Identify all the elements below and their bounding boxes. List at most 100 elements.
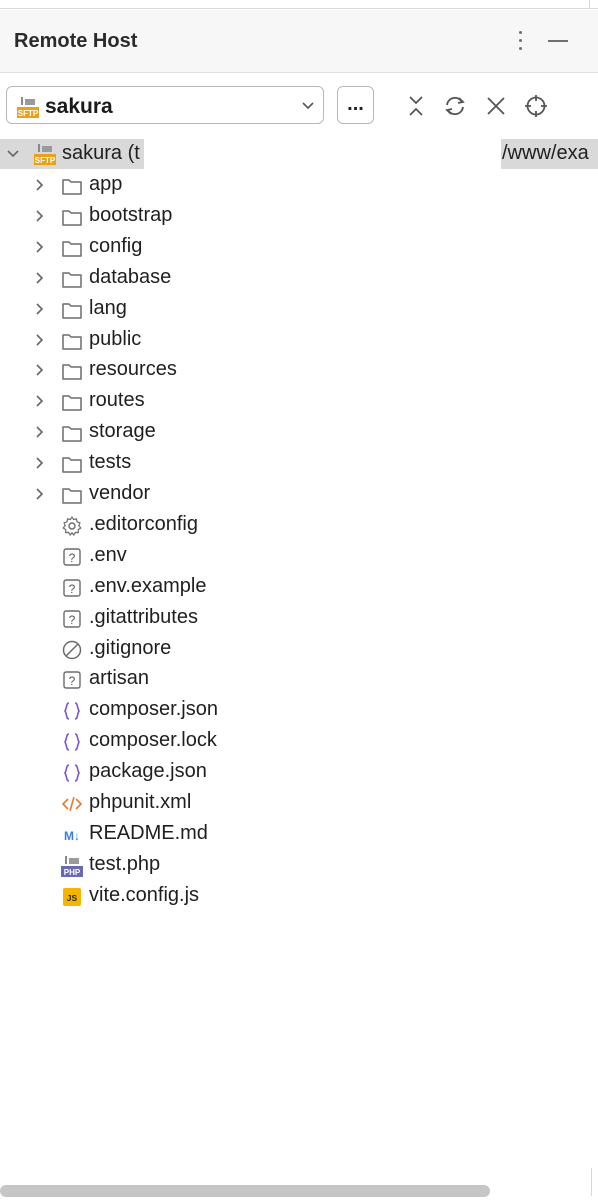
tree-file-row[interactable]: phpunit.xml xyxy=(0,788,598,819)
tree-folder-row[interactable]: resources xyxy=(0,355,598,386)
chevron-right-icon[interactable] xyxy=(33,178,47,192)
panel-header: Remote Host xyxy=(0,10,598,73)
chevron-down-icon xyxy=(302,102,314,110)
chevron-right-icon[interactable] xyxy=(33,363,47,377)
svg-text:M↓: M↓ xyxy=(64,829,80,843)
ignore-file-icon xyxy=(62,640,82,659)
json-braces-icon xyxy=(64,764,80,782)
server-select-value: sakura xyxy=(45,95,113,118)
svg-text:?: ? xyxy=(69,551,76,565)
chevron-down-icon[interactable] xyxy=(6,147,20,161)
tree-item-label: composer.lock xyxy=(89,729,217,752)
tree-item-label: vite.config.js xyxy=(89,883,200,906)
folder-icon xyxy=(62,179,82,195)
chevron-right-icon[interactable] xyxy=(33,333,47,347)
tree-item-label: public xyxy=(89,327,142,350)
tree-file-row[interactable]: .gitignore xyxy=(0,634,598,665)
chevron-right-icon[interactable] xyxy=(33,456,47,470)
server-select[interactable]: SFTP sakura xyxy=(6,86,324,124)
svg-text:JS: JS xyxy=(67,893,78,903)
tree-file-row[interactable]: ? artisan xyxy=(0,664,598,695)
gear-icon xyxy=(62,516,82,536)
svg-text:?: ? xyxy=(69,674,76,688)
tree-folder-row[interactable]: storage xyxy=(0,417,598,448)
tree-item-label: vendor xyxy=(89,482,151,504)
tree-item-label: artisan xyxy=(89,667,150,690)
xml-code-icon xyxy=(61,796,83,812)
tree-root-label: sakura (t xyxy=(62,142,140,164)
tree-item-label: resources xyxy=(89,358,177,381)
tree-file-row[interactable]: ? .env xyxy=(0,541,598,572)
tree-file-row[interactable]: composer.json xyxy=(0,695,598,726)
panel-title: Remote Host xyxy=(14,30,138,52)
folder-icon xyxy=(62,241,82,257)
tree-folder-row[interactable]: tests xyxy=(0,448,598,479)
tree-folder-row[interactable]: vendor xyxy=(0,479,598,510)
tree-item-label: .gitignore xyxy=(89,636,172,659)
tree-file-row[interactable]: ? .gitattributes xyxy=(0,603,598,634)
folder-icon xyxy=(62,364,82,381)
chevron-right-icon[interactable] xyxy=(33,487,47,501)
sftp-icon: SFTP xyxy=(17,97,39,118)
folder-icon xyxy=(62,271,82,288)
locate-icon[interactable] xyxy=(524,94,548,118)
tree-root[interactable]: SFTP sakura (t /www/exa xyxy=(0,139,598,169)
tree-file-row[interactable]: M↓ README.md xyxy=(0,819,598,850)
tree-folder-row[interactable]: config xyxy=(0,232,598,263)
refresh-icon[interactable] xyxy=(443,94,467,118)
svg-text:PHP: PHP xyxy=(64,868,81,877)
question-file-icon: ? xyxy=(63,548,81,566)
tree-item-label: README.md xyxy=(89,821,208,844)
tree-file-row[interactable]: package.json xyxy=(0,757,598,788)
tree-folder-row[interactable]: lang xyxy=(0,294,598,325)
folder-icon xyxy=(62,457,82,473)
tree-item-label: tests xyxy=(89,451,132,474)
redacted-path xyxy=(144,139,501,169)
tree-file-row[interactable]: JS vite.config.js xyxy=(0,881,598,912)
more-button[interactable]: ... xyxy=(337,86,374,124)
js-file-icon: JS xyxy=(63,887,81,906)
tree-item-label: lang xyxy=(89,296,127,319)
tree-item-label: phpunit.xml xyxy=(89,791,192,813)
chevron-right-icon[interactable] xyxy=(33,302,47,316)
tree-folder-row[interactable]: app xyxy=(0,170,598,201)
tree-file-row[interactable]: PHP test.php xyxy=(0,850,598,881)
tree-file-row[interactable]: .editorconfig xyxy=(0,510,598,541)
chevron-right-icon[interactable] xyxy=(33,271,47,285)
tree-item-label: composer.json xyxy=(89,698,218,721)
folder-icon xyxy=(62,210,82,226)
svg-text:?: ? xyxy=(69,582,76,596)
tree-item-label: database xyxy=(89,265,172,288)
php-file-icon: PHP xyxy=(61,855,83,877)
folder-icon xyxy=(62,488,82,504)
minimize-icon[interactable] xyxy=(546,36,570,48)
tree-item-label: test.php xyxy=(89,852,161,875)
folder-icon xyxy=(62,395,82,412)
panel-edge xyxy=(591,1168,592,1196)
question-file-icon: ? xyxy=(63,578,81,597)
chevron-right-icon[interactable] xyxy=(33,240,47,254)
collapse-all-icon[interactable] xyxy=(404,94,428,118)
close-icon[interactable] xyxy=(484,94,508,118)
options-menu-icon[interactable] xyxy=(510,24,530,56)
chevron-right-icon[interactable] xyxy=(33,394,47,408)
tree-item-label: .env.example xyxy=(89,574,207,597)
tree-item-label: .gitattributes xyxy=(89,605,198,628)
tree-item-label: .editorconfig xyxy=(89,512,198,535)
chevron-right-icon[interactable] xyxy=(33,425,47,439)
top-divider xyxy=(0,0,598,9)
tree-folder-row[interactable]: routes xyxy=(0,386,598,417)
tree-item-label: bootstrap xyxy=(89,203,173,226)
horizontal-scrollbar[interactable] xyxy=(0,1185,490,1197)
toolbar: SFTP sakura ... xyxy=(0,73,598,137)
chevron-right-icon[interactable] xyxy=(33,209,47,223)
tree-item-label: storage xyxy=(89,420,156,443)
tree-file-row[interactable]: ? .env.example xyxy=(0,572,598,603)
folder-icon xyxy=(62,302,82,319)
tree-folder-row[interactable]: database xyxy=(0,263,598,294)
svg-text:SFTP: SFTP xyxy=(18,109,39,118)
tree-file-row[interactable]: composer.lock xyxy=(0,726,598,757)
json-braces-icon xyxy=(64,702,80,721)
tree-folder-row[interactable]: bootstrap xyxy=(0,201,598,232)
tree-folder-row[interactable]: public xyxy=(0,325,598,356)
